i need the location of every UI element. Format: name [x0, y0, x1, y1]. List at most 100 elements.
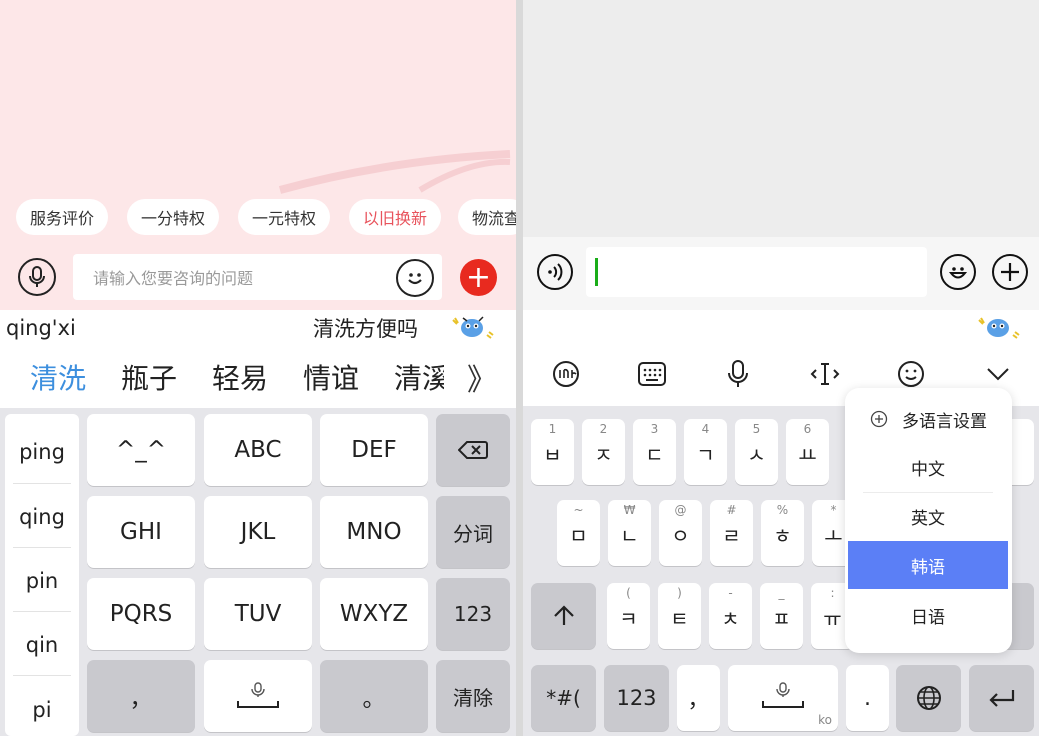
key-jkl[interactable]: JKL: [204, 496, 312, 568]
candidate-item[interactable]: 轻易: [212, 346, 268, 408]
key-tuv[interactable]: TUV: [204, 578, 312, 650]
korean-key[interactable]: ₩ ㄴ: [608, 500, 651, 566]
period-key[interactable]: .: [846, 665, 889, 731]
enter-key[interactable]: [969, 665, 1034, 731]
language-option-chinese[interactable]: 中文: [848, 443, 1008, 491]
key-def[interactable]: DEF: [320, 414, 428, 486]
voice-mode-button[interactable]: [537, 254, 573, 290]
divider: [13, 547, 71, 548]
keyboard-icon: [638, 362, 666, 386]
plus-icon: [1001, 263, 1019, 281]
numbers-key[interactable]: 123: [436, 578, 510, 650]
cursor-move-button[interactable]: [805, 342, 845, 406]
chevron-down-icon: [987, 368, 1009, 381]
clear-key[interactable]: 清除: [436, 660, 510, 732]
keyboard-switch-button[interactable]: [632, 342, 672, 406]
expand-candidates-button[interactable]: 》: [462, 346, 502, 408]
quick-chip-one-cent[interactable]: 一分特权: [127, 199, 220, 235]
space-language-label: ko: [818, 713, 832, 727]
ime-logo-button[interactable]: [546, 342, 586, 406]
space-key[interactable]: ko: [728, 665, 838, 731]
korean-key[interactable]: 6ㅛ: [786, 419, 829, 485]
left-panel: 服务评价 一分特权 一元特权 以旧换新 物流查 请输入您要咨询的问题 + qin…: [0, 0, 516, 736]
candidate-item[interactable]: 情谊: [303, 346, 359, 408]
language-option-korean[interactable]: 韩语: [848, 541, 1008, 589]
ime-logo-icon: [553, 361, 579, 387]
korean-key[interactable]: 3ㄷ: [633, 419, 676, 485]
key-wxyz[interactable]: WXYZ: [320, 578, 428, 650]
korean-key[interactable]: 1ㅂ: [531, 419, 574, 485]
space-key[interactable]: [204, 660, 312, 732]
quick-chip-one-yuan[interactable]: 一元特权: [238, 199, 331, 235]
quick-chip-logistics[interactable]: 物流查: [458, 199, 516, 235]
plus-icon: +: [465, 259, 492, 295]
voice-input-button[interactable]: [718, 342, 758, 406]
comma-key[interactable]: ，: [677, 665, 720, 731]
quick-chip-service-rating[interactable]: 服务评价: [16, 199, 109, 235]
backspace-icon: [458, 441, 488, 459]
space-mic-icon: [237, 682, 279, 708]
message-input[interactable]: [586, 247, 927, 297]
korean-key[interactable]: 2ㅈ: [582, 419, 625, 485]
language-option-japanese[interactable]: 日语: [848, 591, 1008, 639]
divider: [13, 483, 71, 484]
period-key[interactable]: 。: [320, 660, 428, 732]
key-abc[interactable]: ABC: [204, 414, 312, 486]
space-mic-icon: [762, 682, 804, 708]
korean-key[interactable]: (ㅋ: [607, 583, 650, 649]
language-switch-key[interactable]: [896, 665, 961, 731]
shift-key[interactable]: [531, 583, 596, 649]
phrase-prediction[interactable]: 清洗方便吗: [313, 310, 418, 346]
smile-icon: [898, 361, 924, 387]
korean-key[interactable]: ) ㅌ: [658, 583, 701, 649]
pinyin-option[interactable]: ping: [5, 420, 79, 484]
t9-keyboard: ping qing pin qin pi ^_^ ABC DEF GHI JKL…: [0, 408, 516, 736]
microphone-icon: [728, 360, 748, 387]
korean-key[interactable]: % ㅎ: [761, 500, 804, 566]
key-ghi[interactable]: GHI: [87, 496, 195, 568]
smile-icon: [948, 267, 968, 279]
chevron-right-icon: 》: [467, 363, 497, 398]
language-option-english[interactable]: 英文: [848, 492, 1008, 540]
right-panel: 1ㅂ 2ㅈ 3ㄷ 4ㄱ 5ㅅ 6ㅛ ~ ㅁ ₩ ㄴ @ ㅇ # ㄹ % ㅎ * ㅗ (ㅋ )…: [523, 0, 1039, 736]
pinyin-list: ping qing pin qin pi: [5, 414, 79, 736]
smile-icon: [408, 273, 422, 285]
language-popup: 多语言设置 中文 英文 韩语 日语: [845, 388, 1012, 653]
key-emoticon[interactable]: ^_^: [87, 414, 195, 486]
emoji-button[interactable]: [396, 259, 434, 297]
mascot-icon: [452, 316, 494, 339]
composition-bar: qing'xi 清洗方便吗: [0, 310, 516, 346]
key-mno[interactable]: MNO: [320, 496, 428, 568]
backspace-key[interactable]: [436, 414, 510, 486]
comma-key[interactable]: ，: [87, 660, 195, 732]
multilang-settings-button[interactable]: 多语言设置: [845, 402, 1012, 436]
numbers-key[interactable]: 123: [604, 665, 669, 731]
voice-input-button[interactable]: [18, 258, 56, 296]
symbols-key[interactable]: *#(: [531, 665, 596, 731]
korean-key[interactable]: ~ ㅁ: [557, 500, 600, 566]
pinyin-option[interactable]: pi: [5, 678, 79, 736]
korean-key[interactable]: 4ㄱ: [684, 419, 727, 485]
korean-key[interactable]: _ ㅍ: [760, 583, 803, 649]
emoji-button[interactable]: [940, 254, 976, 290]
microphone-icon: [29, 266, 45, 287]
candidate-item[interactable]: 瓶子: [121, 346, 177, 408]
korean-key[interactable]: -ㅊ: [709, 583, 752, 649]
korean-key[interactable]: 5ㅅ: [735, 419, 778, 485]
screen: 服务评价 一分特权 一元特权 以旧换新 物流查 请输入您要咨询的问题 + qin…: [0, 0, 1039, 736]
candidate-item[interactable]: 清溪: [394, 346, 444, 408]
pinyin-option[interactable]: qin: [5, 613, 79, 677]
more-button[interactable]: [992, 254, 1028, 290]
pinyin-option[interactable]: pin: [5, 549, 79, 613]
korean-key[interactable]: @ ㅇ: [659, 500, 702, 566]
key-pqrs[interactable]: PQRS: [87, 578, 195, 650]
candidate-item[interactable]: 清洗: [30, 346, 86, 408]
korean-key[interactable]: # ㄹ: [710, 500, 753, 566]
segment-key[interactable]: 分词: [436, 496, 510, 568]
add-button[interactable]: +: [460, 259, 497, 296]
mascot-icon: [978, 317, 1020, 339]
question-input[interactable]: 请输入您要咨询的问题: [73, 254, 442, 300]
question-input-placeholder: 请输入您要咨询的问题: [93, 269, 254, 288]
quick-chip-trade-in[interactable]: 以旧换新: [349, 199, 442, 235]
pinyin-option[interactable]: qing: [5, 485, 79, 549]
